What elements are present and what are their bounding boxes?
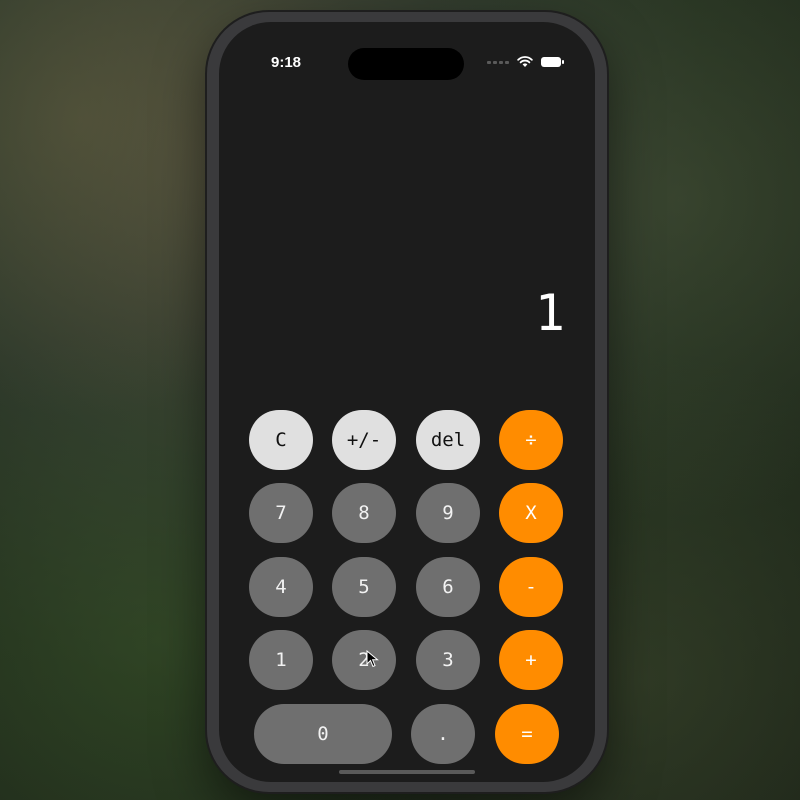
- signal-icon: [487, 60, 509, 64]
- equals-button[interactable]: =: [495, 704, 559, 764]
- digit-0-button[interactable]: 0: [254, 704, 392, 764]
- digit-2-button[interactable]: 2: [332, 630, 396, 690]
- delete-button[interactable]: del: [416, 410, 480, 470]
- status-bar: 9:18: [219, 22, 595, 82]
- calculator-display: 1: [534, 284, 565, 342]
- digit-6-button[interactable]: 6: [416, 557, 480, 617]
- calculator-screen: 9:18 1 C +/- del ÷ 7 8 9 X 4 5 6 - 1 2 3…: [219, 22, 595, 782]
- subtract-button[interactable]: -: [499, 557, 563, 617]
- digit-9-button[interactable]: 9: [416, 483, 480, 543]
- dynamic-island: [348, 48, 464, 80]
- mouse-cursor-icon: [366, 650, 379, 668]
- add-button[interactable]: +: [499, 630, 563, 690]
- status-icons: [487, 56, 564, 68]
- divide-button[interactable]: ÷: [499, 410, 563, 470]
- status-time: 9:18: [271, 54, 302, 71]
- clear-button[interactable]: C: [249, 410, 313, 470]
- multiply-button[interactable]: X: [499, 483, 563, 543]
- home-indicator[interactable]: [339, 770, 475, 774]
- digit-3-button[interactable]: 3: [416, 630, 480, 690]
- toggle-sign-button[interactable]: +/-: [332, 410, 396, 470]
- digit-8-button[interactable]: 8: [332, 483, 396, 543]
- decimal-button[interactable]: .: [411, 704, 475, 764]
- digit-4-button[interactable]: 4: [249, 557, 313, 617]
- phone-frame: 9:18 1 C +/- del ÷ 7 8 9 X 4 5 6 - 1 2 3…: [207, 12, 607, 792]
- digit-7-button[interactable]: 7: [249, 483, 313, 543]
- battery-icon: [541, 57, 564, 67]
- digit-1-button[interactable]: 1: [249, 630, 313, 690]
- digit-5-button[interactable]: 5: [332, 557, 396, 617]
- wifi-icon: [517, 56, 533, 67]
